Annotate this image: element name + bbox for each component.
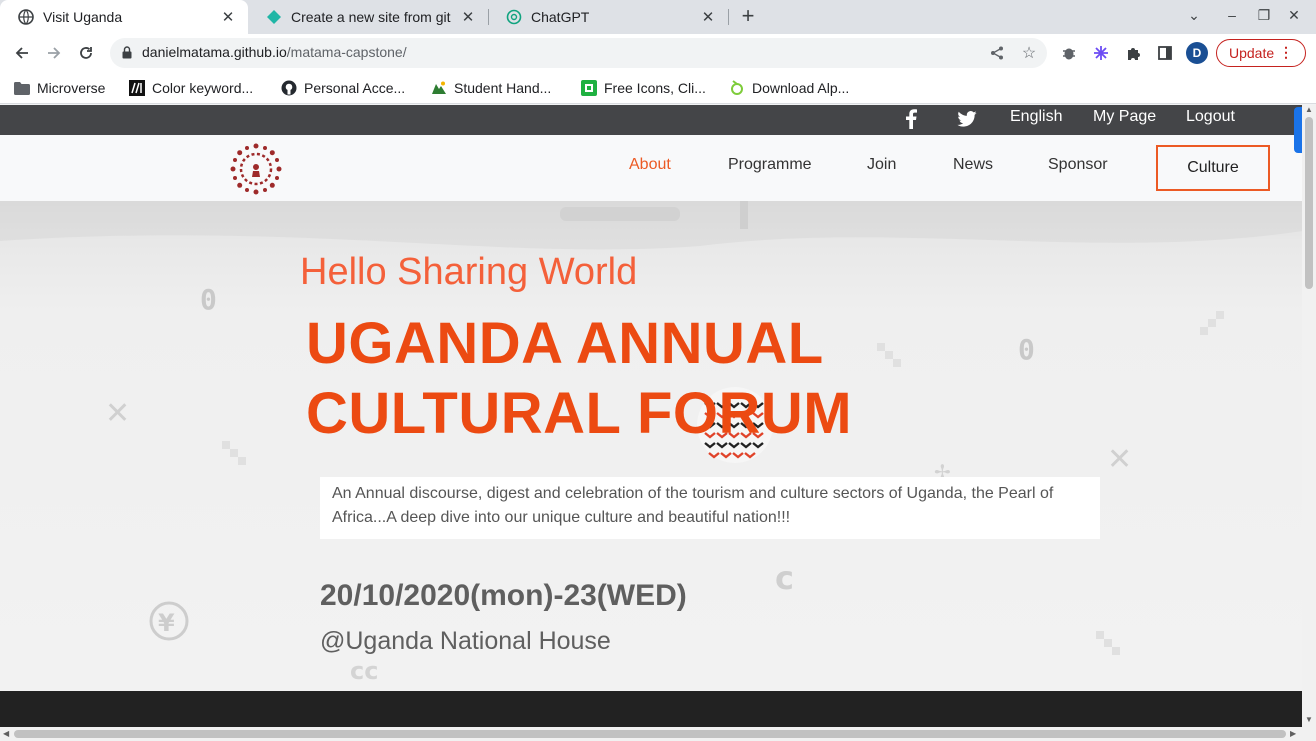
svg-text:✕: ✕ <box>1107 442 1132 477</box>
arrow-right-icon <box>48 47 61 59</box>
vertical-scrollbar[interactable]: ▲ ▼ <box>1294 105 1316 727</box>
hero-title-line-2: CULTURAL FORUM <box>306 381 853 446</box>
bug-extension-icon[interactable] <box>1059 43 1079 63</box>
update-button[interactable]: Update ⋮ <box>1216 39 1306 67</box>
hero-section: 0 0 ✕ ✕ c cc ¥ ✢ Hello Sharing World UGA… <box>0 201 1302 691</box>
mdn-icon <box>129 80 145 96</box>
hero-title: UGANDA ANNUAL CULTURAL FORUM <box>306 309 852 449</box>
scroll-up-arrow-icon[interactable]: ▲ <box>1305 105 1313 114</box>
folder-icon <box>14 80 30 96</box>
bookmarks-bar: Microverse Color keyword... Personal Acc… <box>0 72 1316 104</box>
new-tab-button[interactable]: + <box>736 5 760 29</box>
alpine-icon <box>729 80 745 96</box>
event-date: 20/10/2020(mon)-23(WED) <box>320 579 687 612</box>
bookmark-label: Microverse <box>37 80 106 96</box>
svg-text:✕: ✕ <box>105 396 130 431</box>
profile-avatar[interactable]: D <box>1186 42 1208 64</box>
dark-section-band <box>0 691 1302 727</box>
bookmark-free-icons[interactable]: Free Icons, Cli... <box>581 78 706 98</box>
scroll-left-arrow-icon[interactable]: ◀ <box>3 729 9 738</box>
nav-news[interactable]: News <box>953 156 993 174</box>
url-text: danielmatama.github.io/matama-capstone/ <box>142 44 407 60</box>
svg-text:0: 0 <box>200 283 217 316</box>
main-nav: About Programme Join News Sponsor Cultur… <box>0 135 1302 201</box>
bookmark-label: Color keyword... <box>152 80 254 96</box>
globe-icon <box>18 9 34 25</box>
scroll-down-arrow-icon[interactable]: ▼ <box>1305 715 1313 724</box>
scroll-indicator <box>1294 107 1302 153</box>
event-venue: @Uganda National House <box>320 627 611 655</box>
horizontal-scroll-thumb[interactable] <box>14 730 1286 738</box>
svg-text:0: 0 <box>1018 333 1035 366</box>
my-page-link[interactable]: My Page <box>1093 108 1156 126</box>
tab-visit-uganda[interactable]: Visit Uganda ✕ <box>0 0 248 34</box>
svg-text:cc: cc <box>350 657 378 685</box>
horizontal-scrollbar[interactable]: ◀ ▶ <box>0 727 1316 741</box>
lock-icon <box>122 46 132 64</box>
arrow-left-icon <box>15 47 28 59</box>
chatgpt-icon <box>506 9 522 25</box>
reload-icon <box>80 47 92 59</box>
tab-divider <box>728 9 729 25</box>
nav-sponsor[interactable]: Sponsor <box>1048 156 1108 174</box>
logout-link[interactable]: Logout <box>1186 108 1235 126</box>
more-menu-icon: ⋮ <box>1279 44 1293 60</box>
bookmark-download-alpine[interactable]: Download Alp... <box>729 78 849 98</box>
forward-button[interactable] <box>43 42 65 64</box>
bookmark-microverse[interactable]: Microverse <box>14 78 105 98</box>
vertical-scroll-thumb[interactable] <box>1305 117 1313 289</box>
bookmark-label: Personal Acce... <box>304 80 406 96</box>
github-icon <box>281 80 297 96</box>
bookmark-label: Download Alp... <box>752 80 850 96</box>
bookmark-student-handbook[interactable]: Student Hand... <box>431 78 551 98</box>
facebook-icon[interactable] <box>905 109 917 134</box>
tab-strip: Visit Uganda ✕ Create a new site from gi… <box>0 0 1316 34</box>
back-button[interactable] <box>11 42 33 64</box>
bookmark-label: Student Hand... <box>454 80 552 96</box>
site-logo[interactable] <box>230 143 282 195</box>
language-link[interactable]: English <box>1010 108 1062 126</box>
bookmark-color-keywords[interactable]: Color keyword... <box>129 78 253 98</box>
browser-toolbar: danielmatama.github.io/matama-capstone/ … <box>0 34 1316 72</box>
svg-text:¥: ¥ <box>158 609 175 637</box>
culture-button-label: Culture <box>1187 159 1239 176</box>
tab-chatgpt[interactable]: ChatGPT ✕ <box>488 0 728 34</box>
tab-title: ChatGPT <box>531 9 590 25</box>
svg-text:c: c <box>775 559 794 597</box>
snowflake-extension-icon[interactable] <box>1091 43 1111 63</box>
tab-title: Create a new site from git <box>291 9 451 25</box>
reload-button[interactable] <box>75 42 97 64</box>
close-icon[interactable]: ✕ <box>460 9 476 26</box>
netlify-icon <box>266 9 282 25</box>
star-icon[interactable]: ☆ <box>1020 44 1038 62</box>
twitter-icon[interactable] <box>957 111 977 132</box>
update-label: Update <box>1229 45 1275 61</box>
bookmark-label: Free Icons, Cli... <box>604 80 706 96</box>
bookmark-personal-access[interactable]: Personal Acce... <box>281 78 405 98</box>
side-panel-icon[interactable] <box>1155 43 1175 63</box>
close-icon[interactable]: ✕ <box>220 9 236 26</box>
nav-about[interactable]: About <box>629 156 671 174</box>
tab-title: Visit Uganda <box>43 9 123 25</box>
extensions-puzzle-icon[interactable] <box>1123 43 1143 63</box>
restore-icon[interactable]: ❐ <box>1254 7 1274 24</box>
window-close-icon[interactable]: ✕ <box>1284 7 1304 24</box>
scroll-right-arrow-icon[interactable]: ▶ <box>1290 729 1296 738</box>
tab-netlify[interactable]: Create a new site from git ✕ <box>248 0 488 34</box>
nav-programme[interactable]: Programme <box>728 156 812 174</box>
tab-search-icon[interactable]: ⌄ <box>1184 7 1204 24</box>
hero-greeting: Hello Sharing World <box>300 251 638 293</box>
nav-join[interactable]: Join <box>867 156 896 174</box>
address-bar[interactable]: danielmatama.github.io/matama-capstone/ … <box>110 38 1047 68</box>
culture-button[interactable]: Culture <box>1156 145 1270 191</box>
hero-description: An Annual discourse, digest and celebrat… <box>320 477 1100 539</box>
hero-title-line-1: UGANDA ANNUAL <box>306 311 824 376</box>
student-icon <box>431 80 447 96</box>
top-bar: English My Page Logout <box>0 105 1302 135</box>
close-icon[interactable]: ✕ <box>700 9 716 26</box>
icons8-icon <box>581 80 597 96</box>
share-icon[interactable] <box>988 44 1006 62</box>
page-viewport: English My Page Logout About Programme J <box>0 105 1302 727</box>
minimize-icon[interactable]: – <box>1222 7 1242 23</box>
